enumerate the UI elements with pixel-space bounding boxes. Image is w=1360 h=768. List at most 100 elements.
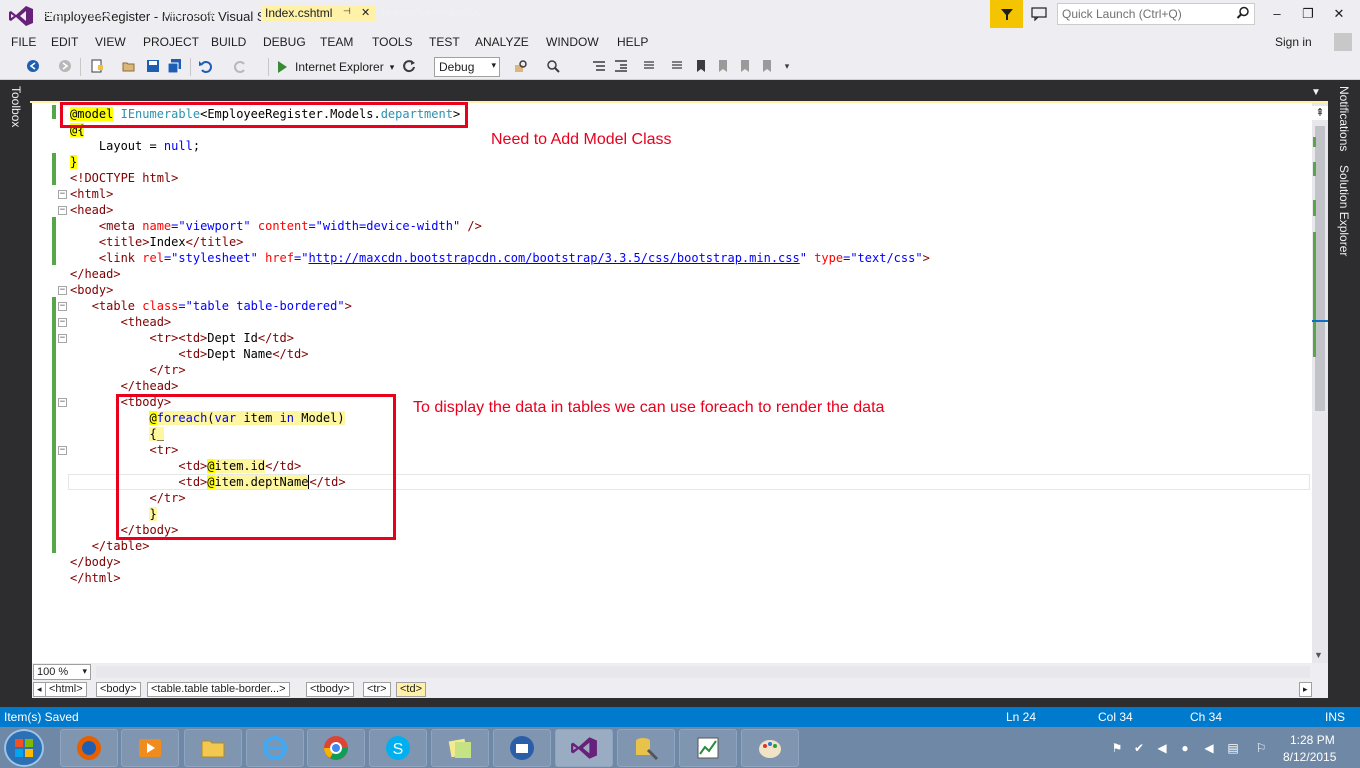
toolbox-tab[interactable]: Toolbox (9, 86, 23, 127)
filter-icon[interactable] (990, 0, 1023, 28)
code-line[interactable]: <link rel="stylesheet" href="http://maxc… (70, 250, 930, 266)
tab-department-cs[interactable]: department.cs (31, 6, 151, 22)
bootstrap-css-link[interactable]: http://maxcdn.bootstrapcdn.com/bootstrap… (308, 251, 799, 265)
speaker-tray-icon[interactable]: ◀ (1155, 741, 1169, 755)
previous-bookmark-icon[interactable] (714, 57, 732, 75)
firefox-icon[interactable] (60, 729, 118, 767)
code-line[interactable]: </head> (70, 266, 121, 282)
notifications-tab[interactable]: Notifications (1337, 86, 1351, 151)
tab-list-dropdown-icon[interactable]: ▼ (1311, 87, 1321, 98)
refresh-icon[interactable] (400, 57, 418, 75)
code-line[interactable]: Layout = null; (70, 138, 200, 154)
skype-icon[interactable]: S (369, 729, 427, 767)
save-all-icon[interactable] (166, 57, 184, 75)
menu-analyze[interactable]: ANALYZE (475, 35, 529, 49)
sticky-notes-icon[interactable] (431, 729, 489, 767)
open-file-icon[interactable] (120, 57, 138, 75)
navigate-back-icon[interactable] (24, 57, 42, 75)
run-target-dropdown-icon[interactable]: ▾ (390, 62, 395, 73)
avatar[interactable] (1334, 33, 1352, 51)
breadcrumb-item-active[interactable]: <td> (396, 682, 427, 697)
breadcrumb-scroll-left-icon[interactable]: ◂ (33, 682, 46, 697)
undo-icon[interactable] (196, 57, 214, 75)
code-line[interactable]: </table> (70, 538, 150, 554)
redo-icon[interactable] (232, 57, 250, 75)
code-line[interactable]: <tr><td>Dept Id</td> (70, 330, 294, 346)
code-line[interactable]: } (70, 154, 78, 170)
menu-test[interactable]: TEST (429, 35, 460, 49)
breadcrumb-item[interactable]: <tr> (363, 682, 391, 697)
menu-project[interactable]: PROJECT (143, 35, 199, 49)
clear-bookmarks-icon[interactable] (758, 57, 776, 75)
comment-icon[interactable] (640, 57, 658, 75)
code-line[interactable]: </thead> (70, 378, 179, 394)
save-icon[interactable] (144, 57, 162, 75)
browser-link-icon[interactable] (544, 57, 562, 75)
code-line[interactable]: </body> (70, 554, 121, 570)
code-line[interactable]: <table class="table table-bordered"> (70, 298, 352, 314)
close-button[interactable]: ✕ (1324, 4, 1354, 24)
code-line[interactable]: <head> (70, 202, 113, 218)
indent-icon[interactable] (612, 57, 630, 75)
breadcrumb-scroll-right-icon[interactable]: ▸ (1299, 682, 1312, 697)
chrome-icon[interactable] (307, 729, 365, 767)
tab-index-cshtml[interactable]: Index.cshtml ⊣ ✕ (261, 6, 376, 22)
pin-icon[interactable]: ⊣ (343, 6, 351, 17)
code-line[interactable]: <!DOCTYPE html> (70, 170, 178, 186)
flag-tray-icon[interactable]: ⚑ (1110, 741, 1124, 755)
fold-toggle[interactable]: − (58, 206, 67, 215)
thunderbird-icon[interactable] (493, 729, 551, 767)
toolbar-overflow-icon[interactable]: ▾ (778, 57, 796, 75)
code-line[interactable]: <meta name="viewport" content="width=dev… (70, 218, 482, 234)
fold-toggle[interactable]: − (58, 398, 67, 407)
breadcrumb-item[interactable]: <html> (45, 682, 87, 697)
split-window-icon[interactable]: ⇞ (1312, 106, 1328, 120)
breadcrumb-item[interactable]: <tbody> (306, 682, 354, 697)
horizontal-scrollbar[interactable] (96, 666, 1310, 678)
code-line[interactable]: </tr> (70, 362, 185, 378)
feedback-icon[interactable] (1028, 4, 1050, 24)
breadcrumb-item[interactable]: <table.table table-border...> (147, 682, 290, 697)
outline-icon[interactable] (590, 57, 608, 75)
clock-time[interactable]: 1:28 PM (1290, 733, 1335, 747)
fold-toggle[interactable]: − (58, 302, 67, 311)
find-in-files-icon[interactable] (512, 57, 530, 75)
code-line[interactable]: <thead> (70, 314, 172, 330)
restore-button[interactable]: ❐ (1293, 4, 1323, 24)
menu-edit[interactable]: EDIT (51, 35, 78, 49)
zoom-select[interactable]: 100 % ▾ (33, 664, 91, 680)
action-center-tray-icon[interactable]: ⚐ (1254, 741, 1268, 755)
code-line[interactable]: </html> (70, 570, 121, 586)
lock-tray-icon[interactable]: ● (1178, 741, 1192, 755)
internet-explorer-icon[interactable] (246, 729, 304, 767)
tab-homecontroller-cs[interactable]: HomeController.cs (377, 6, 523, 22)
windows-start-icon[interactable] (4, 729, 44, 767)
network-tray-icon[interactable]: ▤ (1226, 741, 1240, 755)
scroll-down-icon[interactable]: ▼ (1314, 650, 1323, 660)
visual-studio-taskbar-icon[interactable] (555, 729, 613, 767)
fold-toggle[interactable]: − (58, 334, 67, 343)
security-tray-icon[interactable]: ✔ (1132, 741, 1146, 755)
close-tab-icon[interactable]: ✕ (361, 6, 370, 19)
tab-web-config[interactable]: Web.config (154, 6, 254, 22)
fold-toggle[interactable]: − (58, 286, 67, 295)
fold-toggle[interactable]: − (58, 318, 67, 327)
menu-window[interactable]: WINDOW (546, 35, 599, 49)
media-player-icon[interactable] (121, 729, 179, 767)
minimize-button[interactable]: – (1262, 4, 1292, 24)
menu-file[interactable]: FILE (11, 35, 36, 49)
paint-icon[interactable] (741, 729, 799, 767)
volume-tray-icon[interactable]: ◀ (1202, 741, 1216, 755)
file-explorer-icon[interactable] (184, 729, 242, 767)
menu-tools[interactable]: TOOLS (372, 35, 412, 49)
sign-in-link[interactable]: Sign in (1275, 35, 1312, 49)
code-line[interactable]: <td>Dept Name</td> (70, 346, 308, 362)
solution-explorer-tab[interactable]: Solution Explorer (1337, 165, 1351, 256)
code-line[interactable]: <title>Index</title> (70, 234, 244, 250)
menu-view[interactable]: VIEW (95, 35, 126, 49)
database-tools-icon[interactable] (617, 729, 675, 767)
start-debugging-button[interactable]: Internet Explorer ▾ (275, 57, 394, 77)
fold-toggle[interactable]: − (58, 446, 67, 455)
breadcrumb-item[interactable]: <body> (96, 682, 141, 697)
bookmark-icon[interactable] (692, 57, 710, 75)
